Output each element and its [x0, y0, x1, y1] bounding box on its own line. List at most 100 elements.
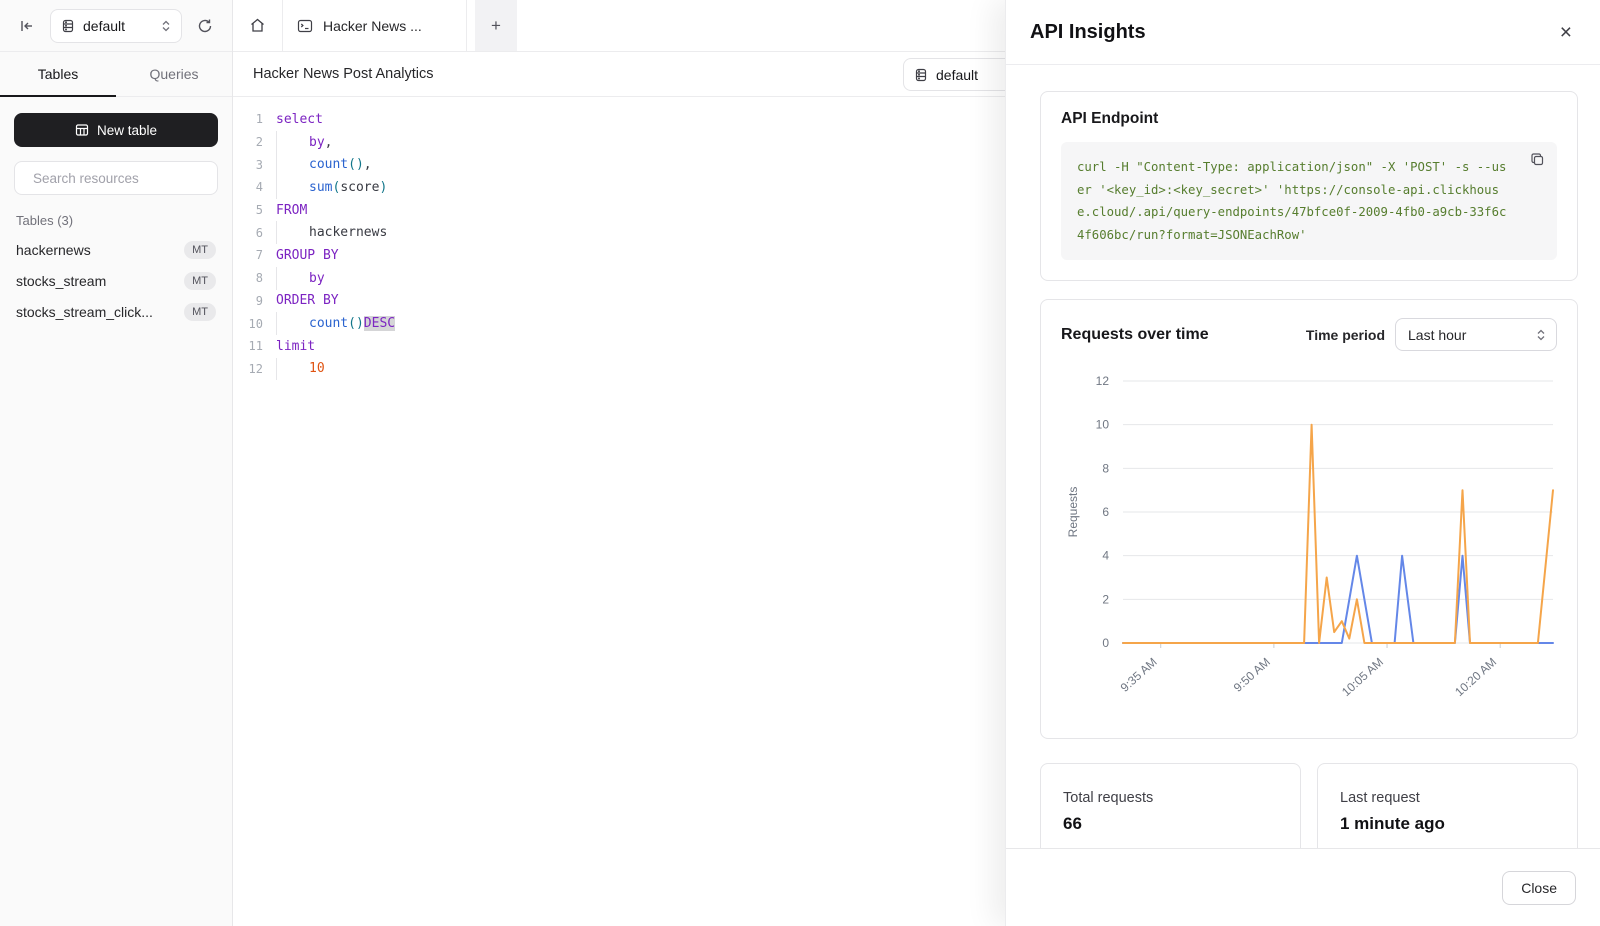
svg-text:10:05 AM: 10:05 AM	[1339, 655, 1386, 699]
line-number: 7	[233, 248, 263, 262]
svg-text:6: 6	[1102, 505, 1109, 519]
search-resources-box	[14, 161, 218, 195]
table-icon	[75, 123, 89, 137]
line-number: 6	[233, 226, 263, 240]
copy-icon	[1530, 152, 1545, 167]
stats-row: Total requests 66 Last request 1 minute …	[1040, 763, 1578, 848]
svg-text:12: 12	[1096, 374, 1110, 388]
close-button[interactable]: Close	[1502, 871, 1576, 905]
new-table-label: New table	[97, 123, 157, 138]
code-token: select	[276, 112, 323, 127]
database-icon	[61, 19, 75, 33]
code-token: hackernews	[309, 225, 387, 240]
indent-guide	[276, 221, 309, 244]
requests-over-time-card: Requests over time Time period Last hour…	[1040, 299, 1578, 739]
search-resources-input[interactable]	[33, 171, 210, 186]
api-insights-panel: API Insights × API Endpoint curl -H "Con…	[1005, 0, 1600, 926]
refresh-button[interactable]	[190, 11, 220, 41]
table-row-stocks-stream-click[interactable]: stocks_stream_click... MT	[0, 296, 232, 327]
table-row-stocks-stream[interactable]: stocks_stream MT	[0, 265, 232, 296]
svg-text:0: 0	[1102, 636, 1109, 650]
svg-text:9:35 AM: 9:35 AM	[1118, 655, 1160, 695]
sidebar-tabs: Tables Queries	[0, 52, 232, 97]
last-request-value: 1 minute ago	[1340, 814, 1555, 834]
line-number: 1	[233, 112, 263, 126]
time-period-select[interactable]: Last hour	[1395, 318, 1557, 351]
tables-section-label: Tables (3)	[16, 213, 216, 228]
database-selector[interactable]: default	[50, 9, 182, 43]
requests-card-title: Requests over time	[1061, 326, 1306, 344]
table-row-hackernews[interactable]: hackernews MT	[0, 234, 232, 265]
tab-tables-label: Tables	[38, 66, 78, 82]
sidebar-tab-tables[interactable]: Tables	[0, 52, 116, 96]
line-number: 5	[233, 203, 263, 217]
new-table-button[interactable]: New table	[14, 113, 218, 147]
database-selector-value: default	[83, 18, 153, 34]
table-engine-badge: MT	[184, 272, 216, 290]
code-token: DESC	[364, 316, 395, 331]
panel-header: API Insights ×	[1006, 0, 1600, 65]
code-token: sum	[309, 180, 332, 195]
indent-guide	[276, 131, 309, 154]
home-button[interactable]	[233, 0, 283, 51]
code-token: 10	[309, 361, 325, 376]
table-engine-badge: MT	[184, 241, 216, 259]
sidebar-tab-queries[interactable]: Queries	[116, 52, 232, 96]
indent-guide	[276, 312, 309, 335]
code-token: )	[379, 180, 387, 195]
total-requests-value: 66	[1063, 814, 1278, 834]
last-request-label: Last request	[1340, 790, 1555, 806]
table-name: stocks_stream	[16, 273, 184, 289]
database-icon	[914, 68, 928, 82]
line-number: 9	[233, 294, 263, 308]
indent-guide	[276, 153, 309, 176]
code-token: score	[340, 180, 379, 195]
chevron-up-down-icon	[1536, 328, 1546, 342]
table-engine-badge: MT	[184, 303, 216, 321]
line-number: 11	[233, 339, 263, 353]
curl-command: curl -H "Content-Type: application/json"…	[1077, 160, 1506, 242]
svg-text:10: 10	[1096, 418, 1110, 432]
collapse-sidebar-button[interactable]	[12, 11, 42, 41]
svg-text:4: 4	[1102, 549, 1109, 563]
panel-body: API Endpoint curl -H "Content-Type: appl…	[1006, 65, 1600, 848]
line-number: 10	[233, 317, 263, 331]
total-requests-label: Total requests	[1063, 790, 1278, 806]
tab-queries-label: Queries	[149, 66, 198, 82]
time-period-label: Time period	[1306, 327, 1385, 343]
svg-text:8: 8	[1102, 461, 1109, 475]
total-requests-card: Total requests 66	[1040, 763, 1301, 848]
code-token: (	[332, 180, 340, 195]
code-token: ,	[325, 135, 333, 150]
copy-button[interactable]	[1530, 152, 1545, 167]
new-query-tab-button[interactable]: +	[475, 0, 517, 51]
refresh-icon	[197, 18, 213, 34]
table-name: stocks_stream_click...	[16, 304, 184, 320]
code-token: count	[309, 157, 348, 172]
indent-guide	[276, 267, 309, 290]
code-token: by	[309, 271, 325, 286]
indent-guide	[276, 358, 309, 381]
code-token: count	[309, 316, 348, 331]
line-number: 12	[233, 362, 263, 376]
table-name: hackernews	[16, 242, 184, 258]
chevron-up-down-icon	[161, 19, 171, 33]
close-icon[interactable]: ×	[1560, 22, 1572, 43]
query-tab[interactable]: Hacker News ...	[283, 0, 467, 51]
svg-text:2: 2	[1102, 592, 1109, 606]
line-number: 2	[233, 135, 263, 149]
code-token: GROUP BY	[276, 248, 339, 263]
curl-command-block: curl -H "Content-Type: application/json"…	[1061, 142, 1557, 260]
svg-text:10:20 AM: 10:20 AM	[1452, 655, 1499, 699]
query-title: Hacker News Post Analytics	[253, 66, 434, 82]
terminal-icon	[297, 18, 313, 34]
code-token: by	[309, 135, 325, 150]
panel-title: API Insights	[1030, 21, 1146, 44]
line-number: 3	[233, 158, 263, 172]
sidebar-header: default	[0, 0, 232, 52]
api-endpoint-title: API Endpoint	[1061, 110, 1557, 128]
line-chart: 0246810129:35 AM9:50 AM10:05 AM10:20 AMR…	[1061, 365, 1571, 725]
panel-footer: Close	[1006, 848, 1600, 926]
editor-database-value: default	[936, 67, 978, 83]
line-number: 8	[233, 271, 263, 285]
